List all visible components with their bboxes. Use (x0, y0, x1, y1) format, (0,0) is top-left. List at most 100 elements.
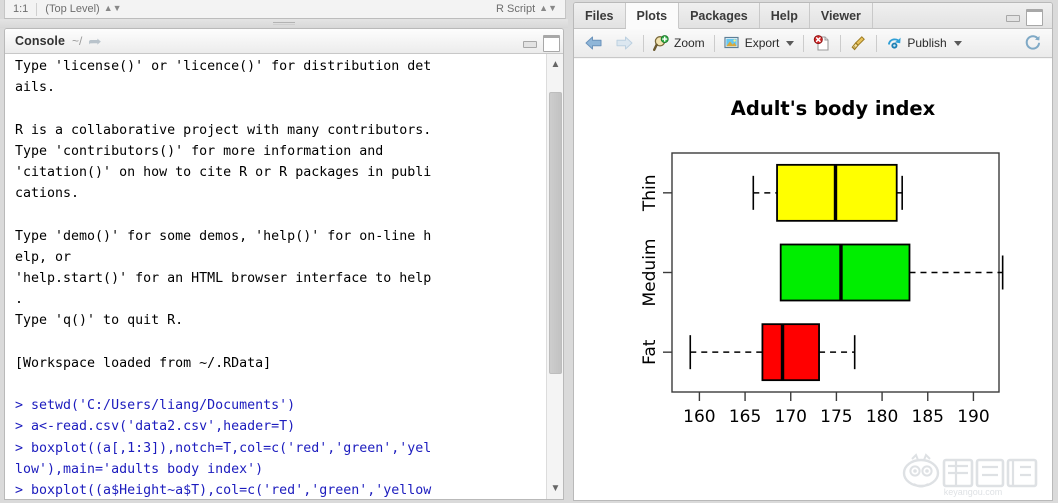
code-scope-label: (Top Level) (45, 2, 100, 15)
pane-splitter[interactable] (0, 19, 568, 28)
publish-button-label: Publish (907, 36, 947, 50)
arrow-out-icon[interactable]: ➦ (88, 34, 101, 48)
toolbar-divider (713, 34, 715, 52)
y-category-label: Fat (640, 339, 660, 365)
x-tick-label: 170 (775, 407, 807, 427)
scroll-down-icon[interactable]: ▼ (547, 480, 563, 497)
console-body[interactable]: Type 'license()' or 'licence()' for dist… (5, 54, 563, 499)
chevron-down-icon[interactable] (953, 40, 962, 46)
chevron-updown-icon: ▲▼ (103, 3, 122, 14)
console-output-line: Type 'contributors()' for more informati… (15, 143, 384, 159)
arrow-left-icon (585, 36, 602, 50)
plots-panel: Files Plots Packages Help Viewer Zoom Ex… (573, 2, 1053, 501)
minimize-icon[interactable] (1004, 7, 1021, 24)
plot-output-canvas[interactable]: Adult's body index Thin Meduim Fat 160 165 1… (574, 59, 1052, 500)
console-output-line: R is a collaborative project with many c… (15, 122, 432, 138)
box-fat (761, 323, 820, 382)
maximize-icon[interactable] (542, 33, 560, 52)
console-output-line: elp, or (15, 249, 72, 265)
console-output-line: ails. (15, 80, 56, 96)
chevron-down-icon[interactable] (786, 40, 795, 46)
magnifier-plus-icon (653, 34, 669, 51)
toolbar-divider (643, 34, 644, 52)
console-output[interactable]: Type 'license()' or 'licence()' for dist… (5, 54, 540, 499)
right-pane-column: Files Plots Packages Help Viewer Zoom Ex… (568, 0, 1058, 503)
refresh-plot-button[interactable] (1019, 32, 1047, 54)
refresh-icon (1025, 35, 1040, 50)
plots-toolbar: Zoom Export Publish (574, 29, 1052, 58)
remove-plot-button[interactable] (808, 32, 836, 54)
console-command-line: low'),main='adults body index') (15, 461, 264, 477)
code-scope-selector[interactable]: (Top Level) ▲▼ (37, 0, 129, 19)
tab-label: Packages (690, 8, 748, 23)
publish-icon (888, 37, 901, 49)
console-output-line: Type 'demo()' for some demos, 'help()' f… (15, 228, 432, 244)
export-image-icon (724, 36, 739, 49)
console-command-line: > a<-read.csv('data2.csv',header=T) (15, 419, 296, 435)
console-working-directory[interactable]: ~/ (72, 34, 82, 48)
splitter-grip-icon (273, 22, 295, 25)
remove-plot-icon (814, 34, 829, 51)
zoom-button[interactable]: Zoom (648, 32, 710, 54)
left-pane-column: 1:1 (Top Level) ▲▼ R Script ▲▼ Console ~/ … (0, 0, 568, 503)
console-output-line: [Workspace loaded from ~/.RData] (15, 355, 272, 371)
tab-label: Files (585, 8, 614, 23)
tab-help[interactable]: Help (759, 3, 810, 28)
zoom-button-label: Zoom (674, 36, 705, 50)
y-category-label: Thin (640, 175, 660, 213)
scroll-up-icon[interactable]: ▲ (547, 56, 563, 73)
toolbar-divider (876, 34, 878, 52)
broom-icon (851, 35, 866, 50)
toolbar-divider (840, 34, 842, 52)
chevron-updown-icon: ▲▼ (539, 3, 557, 14)
document-type-label: R Script (496, 2, 536, 15)
x-tick-label: 185 (912, 407, 944, 427)
minimize-icon[interactable] (521, 33, 538, 50)
pane-window-buttons (1004, 3, 1052, 28)
box-meduim (779, 243, 911, 302)
x-tick-label: 165 (729, 407, 761, 427)
tab-label: Viewer (820, 8, 861, 23)
rstudio-window: 1:1 (Top Level) ▲▼ R Script ▲▼ Console ~/ … (0, 0, 1058, 503)
tab-packages[interactable]: Packages (679, 3, 760, 28)
document-type-selector[interactable]: R Script ▲▼ (488, 0, 565, 19)
console-output-line: Type 'q()' to quit R. (15, 313, 184, 329)
console-output-line: 'citation()' on how to cite R or R packa… (15, 165, 432, 181)
cursor-position-indicator[interactable]: 1:1 (5, 0, 36, 19)
tab-viewer[interactable]: Viewer (809, 3, 873, 28)
publish-button[interactable]: Publish (881, 32, 966, 54)
console-scrollbar[interactable]: ▲ ▼ (546, 54, 563, 499)
console-title: Console (15, 34, 66, 48)
boxplot-figure: Adult's body index Thin Meduim Fat 160 165 1… (574, 59, 1052, 500)
console-output-line: . (15, 292, 24, 308)
console-command-line: > boxplot((a$Height~a$T),col=c('red','gr… (15, 483, 432, 499)
maximize-icon[interactable] (1025, 7, 1043, 26)
console-header: Console ~/ ➦ (5, 29, 563, 54)
tab-label: Help (770, 8, 798, 23)
console-output-line: 'help.start()' for an HTML browser inter… (15, 271, 432, 287)
plots-pane-tabbar: Files Plots Packages Help Viewer (574, 3, 1052, 29)
export-button[interactable]: Export (719, 32, 800, 54)
console-command-line: > boxplot((a[,1:3]),notch=T,col=c('red',… (15, 440, 432, 456)
console-output-line: Type 'license()' or 'licence()' for dist… (15, 59, 432, 74)
console-panel: Console ~/ ➦ Type 'license()' or 'licenc… (4, 28, 564, 500)
x-tick-label: 180 (866, 407, 898, 427)
editor-status-bar: 1:1 (Top Level) ▲▼ R Script ▲▼ (4, 0, 566, 19)
x-tick-label: 160 (683, 407, 715, 427)
tab-label: Plots (636, 8, 668, 23)
console-output-line: cations. (15, 186, 80, 202)
y-category-label: Meduim (640, 239, 660, 307)
clear-all-plots-button[interactable] (845, 32, 872, 54)
console-command-line: > setwd('C:/Users/liang/Documents') (15, 398, 296, 414)
previous-plot-button[interactable] (579, 32, 609, 54)
next-plot-button[interactable] (609, 32, 639, 54)
x-tick-label: 175 (820, 407, 852, 427)
scrollbar-thumb[interactable] (549, 92, 562, 374)
tab-plots[interactable]: Plots (625, 3, 680, 29)
tabbar-spacer (873, 3, 1004, 28)
tab-files[interactable]: Files (574, 3, 626, 28)
